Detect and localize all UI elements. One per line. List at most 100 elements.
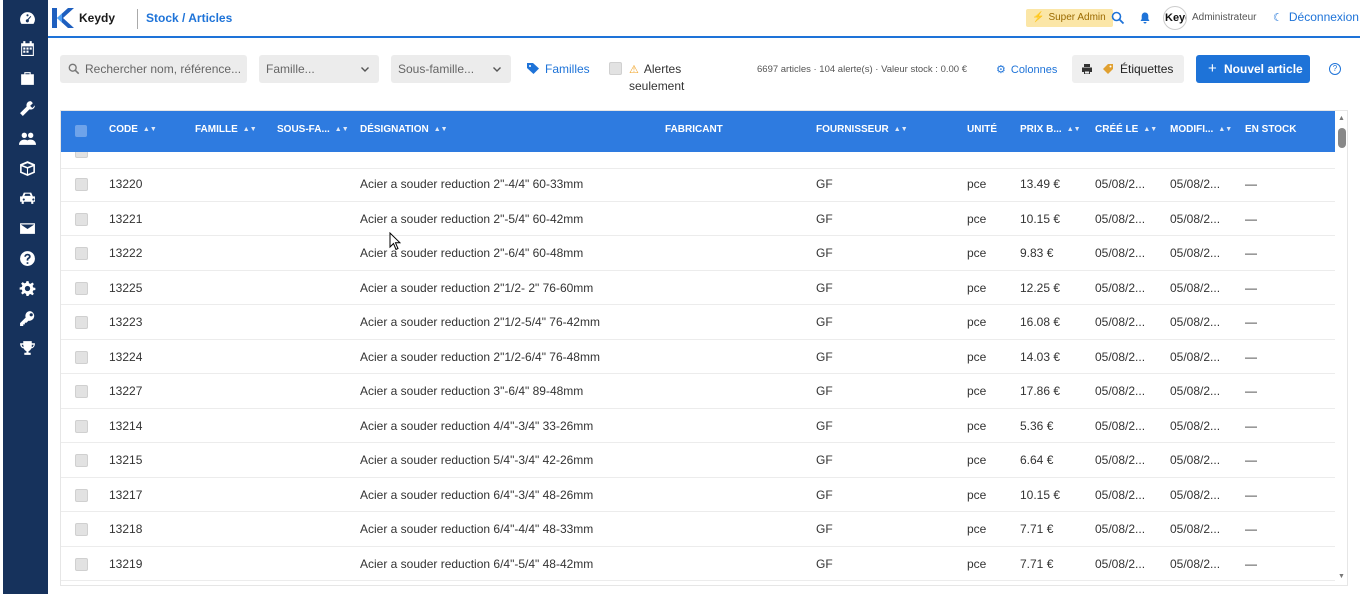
settings-icon[interactable] — [16, 277, 38, 299]
select-all-checkbox[interactable] — [75, 125, 87, 137]
sidebar — [0, 0, 48, 594]
row-checkbox[interactable] — [75, 488, 88, 502]
scroll-down-icon[interactable]: ▼ — [1338, 573, 1345, 580]
alerts-label-line2: seulement — [629, 79, 685, 93]
row-checkbox[interactable] — [75, 247, 88, 260]
row-checkbox[interactable] — [75, 557, 88, 571]
breadcrumb[interactable]: Stock / Articles — [146, 11, 232, 25]
sous-famille-select[interactable]: Sous-famille... — [391, 55, 511, 83]
search-box[interactable] — [60, 55, 247, 83]
familles-link[interactable]: Familles — [527, 62, 590, 76]
cell-fournisseur: GF — [816, 315, 833, 329]
cell-code: 13219 — [109, 556, 143, 571]
bell-icon[interactable] — [1138, 11, 1152, 25]
table-row[interactable]: 13227 Acier a souder reduction 3"-6/4" 89… — [61, 374, 1335, 409]
scroll-up-icon[interactable]: ▲ — [1338, 115, 1345, 122]
col-modifie[interactable]: MODIFI... ▲▼ — [1170, 124, 1232, 135]
table-row[interactable]: 13218 Acier a souder reduction 6/4"-4/4" … — [61, 512, 1335, 547]
col-designation[interactable]: DÉSIGNATION ▲▼ — [360, 124, 448, 135]
col-fournisseur[interactable]: FOURNISSEUR ▲▼ — [816, 124, 908, 135]
col-en-stock[interactable]: EN STOCK — [1245, 124, 1297, 135]
col-code[interactable]: CODE ▲▼ — [109, 124, 157, 135]
help-icon[interactable] — [16, 247, 38, 269]
cell-modifie: 05/08/2... — [1170, 556, 1221, 571]
row-checkbox[interactable] — [75, 212, 88, 226]
table-row[interactable]: 13220 Acier a souder reduction 2"-4/4" 60… — [61, 167, 1335, 202]
car-icon[interactable] — [16, 187, 38, 209]
stock-stats: 6697 articles · 104 alerte(s) · Valeur s… — [757, 64, 967, 75]
cell-unite: pce — [967, 177, 987, 191]
avatar[interactable]: Keydy — [1163, 6, 1187, 30]
col-fabricant[interactable]: FABRICANT — [665, 124, 723, 135]
cell-prix: 6.64 € — [1020, 453, 1054, 467]
famille-select[interactable]: Famille... — [259, 55, 379, 83]
briefcase-icon[interactable] — [16, 67, 38, 89]
tags-icon — [527, 63, 539, 74]
table-row[interactable]: 13222 Acier a souder reduction 2"-6/4" 60… — [61, 236, 1335, 271]
new-article-label: Nouvel article — [1224, 62, 1303, 76]
cell-modifie: 05/08/2... — [1170, 384, 1221, 398]
columns-button[interactable]: ⚙ Colonnes — [996, 63, 1057, 76]
cell-cree: 05/08/2... — [1095, 177, 1146, 191]
new-article-button[interactable]: + Nouvel article — [1196, 55, 1310, 83]
dashboard-icon[interactable] — [16, 7, 38, 29]
table-row[interactable]: 13224 Acier a souder reduction 2"1/2-6/4"… — [61, 340, 1335, 374]
row-checkbox[interactable] — [75, 454, 88, 467]
cell-unite: pce — [967, 556, 987, 571]
trophy-icon[interactable] — [16, 337, 38, 359]
cell-designation: Acier a souder reduction 5/4"-3/4" 42-26… — [360, 453, 594, 467]
col-prix[interactable]: PRIX B... ▲▼ — [1020, 124, 1081, 135]
labels-button[interactable]: Étiquettes — [1072, 55, 1184, 83]
envelope-icon[interactable] — [16, 217, 38, 239]
logout-link[interactable]: ☾ Déconnexion — [1273, 10, 1359, 24]
wrench-icon[interactable] — [16, 97, 38, 119]
table-row[interactable]: 13225 Acier a souder reduction 2"1/2- 2" … — [61, 271, 1335, 305]
alerts-only-checkbox[interactable] — [609, 62, 622, 75]
col-famille[interactable]: FAMILLE ▲▼ — [195, 124, 257, 135]
table-row[interactable]: 13215 Acier a souder reduction 5/4"-3/4" … — [61, 443, 1335, 478]
table-scrollbar[interactable]: ▲ ▼ — [1335, 111, 1347, 585]
cell-cree: 05/08/2... — [1095, 315, 1146, 329]
cell-designation: Acier a souder reduction 6/4"-3/4" 48-26… — [360, 487, 594, 502]
row-checkbox[interactable] — [75, 350, 88, 364]
col-unite[interactable]: UNITÉ — [967, 124, 997, 135]
cell-unite: pce — [967, 349, 987, 364]
cell-prix: 13.49 € — [1020, 177, 1061, 191]
cell-designation: Acier a souder reduction 2"1/2- 2" 76-60… — [360, 280, 594, 295]
keydy-logo-icon[interactable] — [52, 8, 74, 28]
row-checkbox[interactable] — [75, 385, 88, 398]
search-icon[interactable] — [1111, 11, 1125, 25]
row-checkbox[interactable] — [75, 178, 88, 191]
row-checkbox[interactable] — [75, 523, 88, 536]
cell-cree: 05/08/2... — [1095, 522, 1146, 536]
table-row[interactable]: 13223 Acier a souder reduction 2"1/2-5/4"… — [61, 305, 1335, 340]
row-checkbox[interactable] — [75, 316, 88, 329]
cell-code: 13218 — [109, 522, 143, 536]
cell-stock: — — [1245, 522, 1257, 536]
cell-fournisseur: GF — [816, 349, 833, 364]
cell-fournisseur: GF — [816, 280, 833, 295]
user-name[interactable]: Administrateur — [1192, 12, 1256, 23]
cell-unite: pce — [967, 384, 987, 398]
help-circle-icon[interactable]: ? — [1329, 63, 1341, 75]
alerts-only-label[interactable]: ⚠ Alertes seulement — [629, 61, 684, 94]
tag-icon — [1103, 64, 1113, 74]
table-row[interactable]: 13217 Acier a souder reduction 6/4"-3/4" … — [61, 478, 1335, 512]
header-divider — [137, 9, 138, 29]
cell-designation: Acier a souder reduction 4/4"-3/4" 33-26… — [360, 418, 594, 433]
users-icon[interactable] — [16, 127, 38, 149]
key-icon[interactable] — [16, 307, 38, 329]
col-cree-le[interactable]: CRÉÉ LE ▲▼ — [1095, 124, 1157, 135]
table-row[interactable]: 13219 Acier a souder reduction 6/4"-5/4" … — [61, 547, 1335, 581]
table-row[interactable]: 13214 Acier a souder reduction 4/4"-3/4" … — [61, 409, 1335, 443]
cell-code: 13224 — [109, 349, 143, 364]
calendar-icon[interactable] — [16, 37, 38, 59]
row-checkbox[interactable] — [75, 281, 88, 295]
col-sous-famille[interactable]: SOUS-FA... ▲▼ — [277, 124, 349, 135]
table-header: CODE ▲▼ FAMILLE ▲▼ SOUS-FA... ▲▼ DÉSIGNATIO… — [61, 111, 1347, 152]
row-checkbox[interactable] — [75, 419, 88, 433]
table-row[interactable]: 13221 Acier a souder reduction 2"-5/4" 60… — [61, 202, 1335, 236]
scroll-thumb[interactable] — [1338, 128, 1346, 148]
search-input[interactable] — [85, 55, 243, 83]
box-icon[interactable] — [16, 157, 38, 179]
